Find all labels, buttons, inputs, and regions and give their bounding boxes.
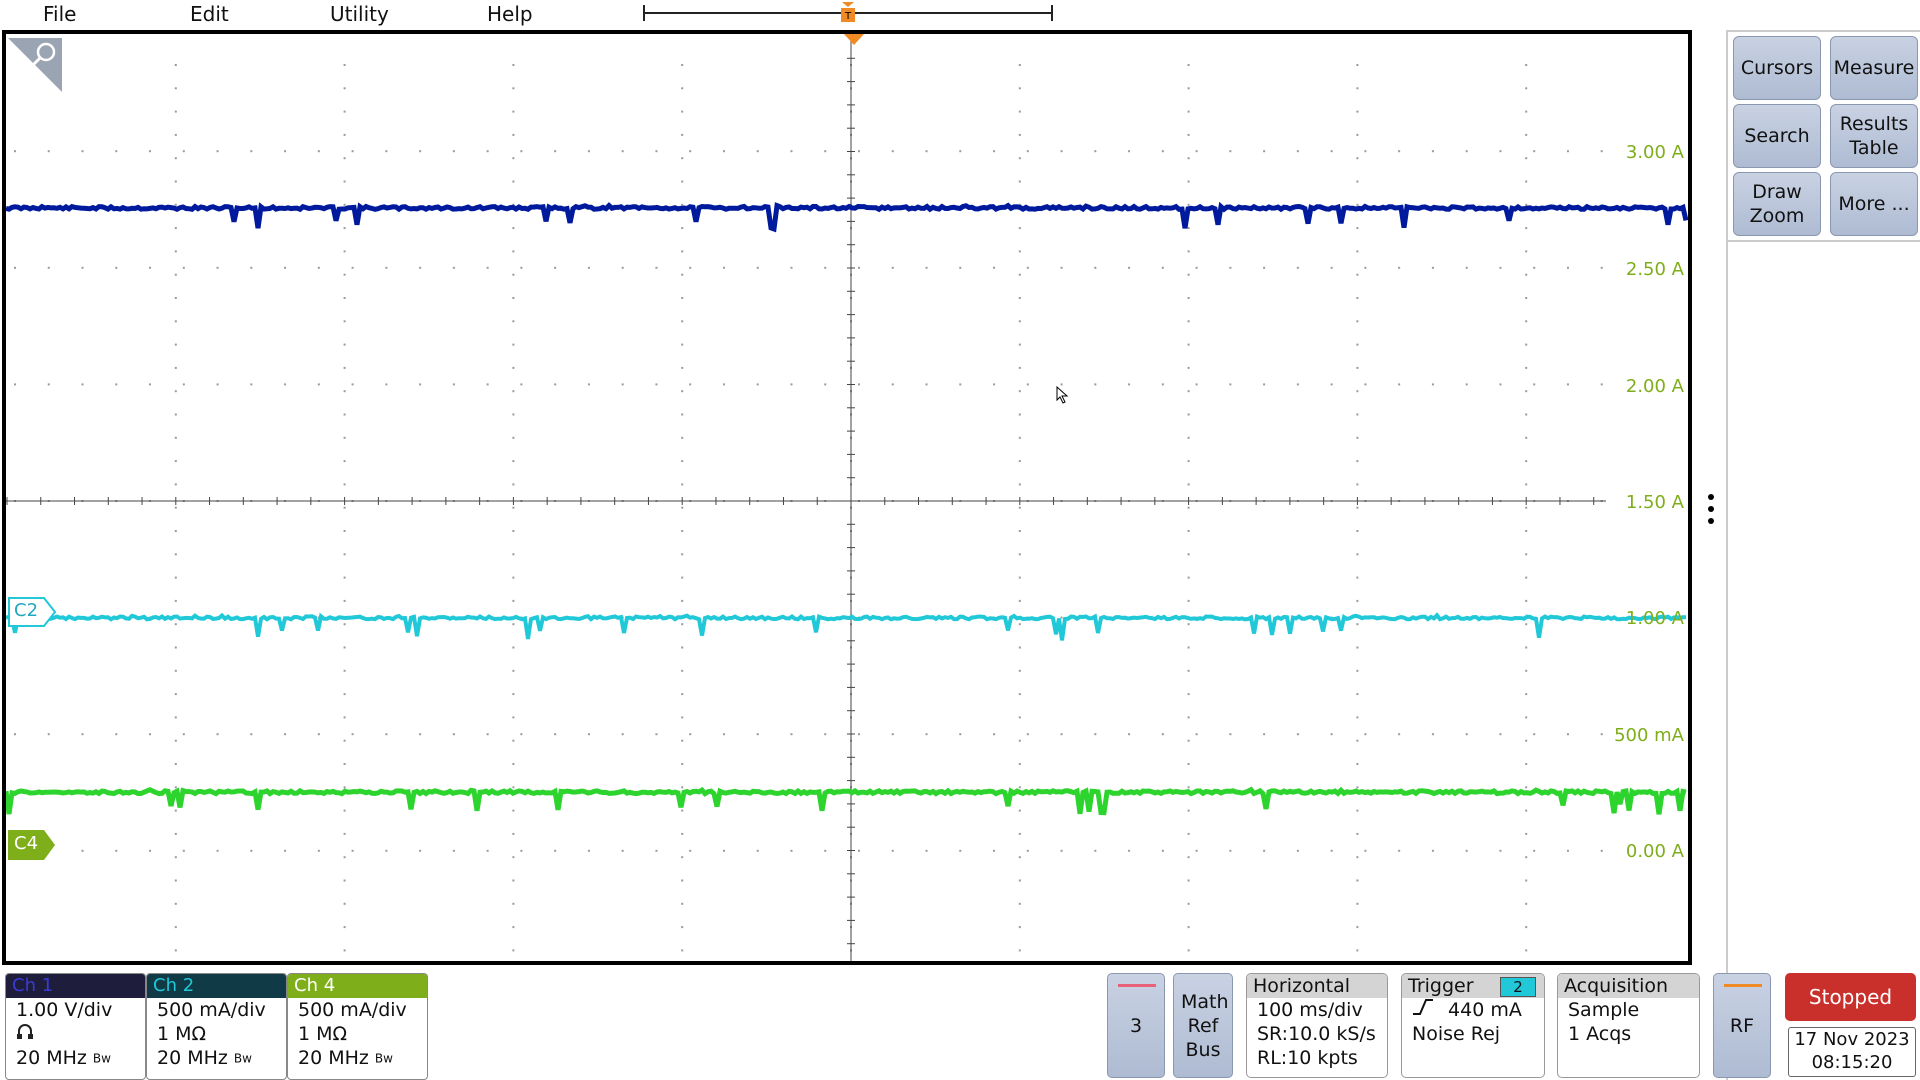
time: 08:15:20 (1811, 1052, 1893, 1073)
waveform-traces (6, 201, 1688, 816)
ch2-marker[interactable]: C2 (8, 597, 56, 627)
svg-text:T: T (844, 11, 852, 22)
horizontal-badge[interactable]: Horizontal 100 ms/div SR:10.0 kS/s RL:10… (1246, 973, 1388, 1078)
rf-button[interactable]: RF (1713, 973, 1771, 1078)
ch4-bandwidth: 20 MHz (298, 1047, 369, 1069)
record-bar-left-cap (643, 5, 645, 21)
ch1-trace (6, 201, 1688, 233)
menu-edit[interactable]: Edit (190, 2, 229, 26)
panel-separator (1728, 240, 1920, 242)
acquisition-count: 1 Acqs (1568, 1023, 1632, 1045)
acquisition-title: Acquisition (1558, 974, 1699, 998)
ch1-bw-limit: Bw (92, 1051, 111, 1066)
scale-label-1a: 1.00 A (1625, 608, 1684, 629)
panel-divider-handle-icon[interactable] (1707, 492, 1715, 526)
ch4-bw-limit: Bw (374, 1051, 393, 1066)
trigger-level: 440 mA (1448, 999, 1522, 1021)
acquisition-mode: Sample (1568, 999, 1640, 1021)
settings-bar: Ch 1 1.00 V/div 20 MHz Bw Ch 2 500 mA/di… (0, 968, 1920, 1080)
ch1-bandwidth: 20 MHz (16, 1047, 87, 1069)
record-length: RL:10 kpts (1257, 1047, 1358, 1069)
rf-color-bar (1724, 984, 1762, 987)
zoom-icon[interactable] (6, 34, 66, 94)
menu-bar: File Edit Utility Help T (0, 0, 1920, 30)
search-button[interactable]: Search (1733, 104, 1821, 168)
menu-utility[interactable]: Utility (330, 2, 389, 26)
ch2-title: Ch 2 (147, 974, 286, 998)
probe-icon (17, 1024, 33, 1039)
ch2-bw-limit: Bw (233, 1051, 252, 1066)
ch2-badge[interactable]: Ch 2 500 mA/div 1 MΩ 20 MHz Bw (146, 973, 287, 1080)
date: 17 Nov 2023 (1794, 1029, 1910, 1050)
ch2-bandwidth: 20 MHz (157, 1047, 228, 1069)
ch4-badge[interactable]: Ch 4 500 mA/div 1 MΩ 20 MHz Bw (287, 973, 428, 1080)
ch1-title: Ch 1 (6, 974, 145, 998)
horizontal-scale: 100 ms/div (1257, 999, 1363, 1021)
sample-rate: SR:10.0 kS/s (1257, 1023, 1376, 1045)
ch1-scale: 1.00 V/div (16, 999, 113, 1021)
ch4-impedance: 1 MΩ (298, 1023, 348, 1045)
scale-label-1.5a: 1.50 A (1625, 492, 1684, 513)
ch4-marker[interactable]: C4 (8, 830, 56, 860)
trigger-title: Trigger (1408, 975, 1474, 997)
draw-zoom-button[interactable]: Draw Zoom (1733, 172, 1821, 236)
rising-edge-icon (1413, 999, 1433, 1015)
trigger-time-marker (844, 34, 864, 45)
ch4-scale: 500 mA/div (298, 999, 407, 1021)
scale-label-500ma: 500 mA (1614, 725, 1684, 746)
acquisition-badge[interactable]: Acquisition Sample 1 Acqs (1557, 973, 1700, 1078)
ch2-scale: 500 mA/div (157, 999, 266, 1021)
run-stop-status-button[interactable]: Stopped (1785, 973, 1916, 1021)
trigger-position-icon[interactable]: T (839, 2, 857, 26)
ch1-badge[interactable]: Ch 1 1.00 V/div 20 MHz Bw (5, 973, 146, 1080)
waveform-display[interactable]: 3.00 A 2.50 A 2.00 A 1.50 A 1.00 A 500 m… (2, 30, 1692, 965)
ch3-color-bar (1118, 984, 1156, 987)
mouse-pointer-icon (1056, 386, 1069, 404)
trigger-mode: Noise Rej (1412, 1023, 1501, 1045)
ch2-impedance: 1 MΩ (157, 1023, 207, 1045)
record-bar-right-cap (1051, 5, 1053, 21)
add-channel-3-button[interactable]: 3 (1107, 973, 1165, 1078)
menu-file[interactable]: File (43, 2, 76, 26)
math-ref-bus-button[interactable]: Math Ref Bus (1173, 973, 1233, 1078)
scale-label-0a: 0.00 A (1625, 841, 1684, 862)
date-time: 17 Nov 2023 08:15:20 (1788, 1027, 1916, 1077)
menu-help[interactable]: Help (487, 2, 533, 26)
ch2-trace (6, 612, 1687, 641)
scale-label-3a: 3.00 A (1625, 142, 1684, 163)
results-table-button[interactable]: Results Table (1830, 104, 1918, 168)
ch4-title: Ch 4 (288, 974, 427, 998)
measure-button[interactable]: Measure (1830, 36, 1918, 100)
more-button[interactable]: More ... (1830, 172, 1918, 236)
scale-label-2a: 2.00 A (1625, 376, 1684, 397)
cursors-button[interactable]: Cursors (1733, 36, 1821, 100)
horizontal-title: Horizontal (1247, 974, 1387, 998)
ch4-trace (6, 786, 1687, 816)
scale-label-2.5a: 2.50 A (1625, 259, 1684, 280)
trigger-badge[interactable]: Trigger 2 440 mA Noise Rej (1401, 973, 1545, 1078)
trigger-source: 2 (1500, 977, 1536, 997)
